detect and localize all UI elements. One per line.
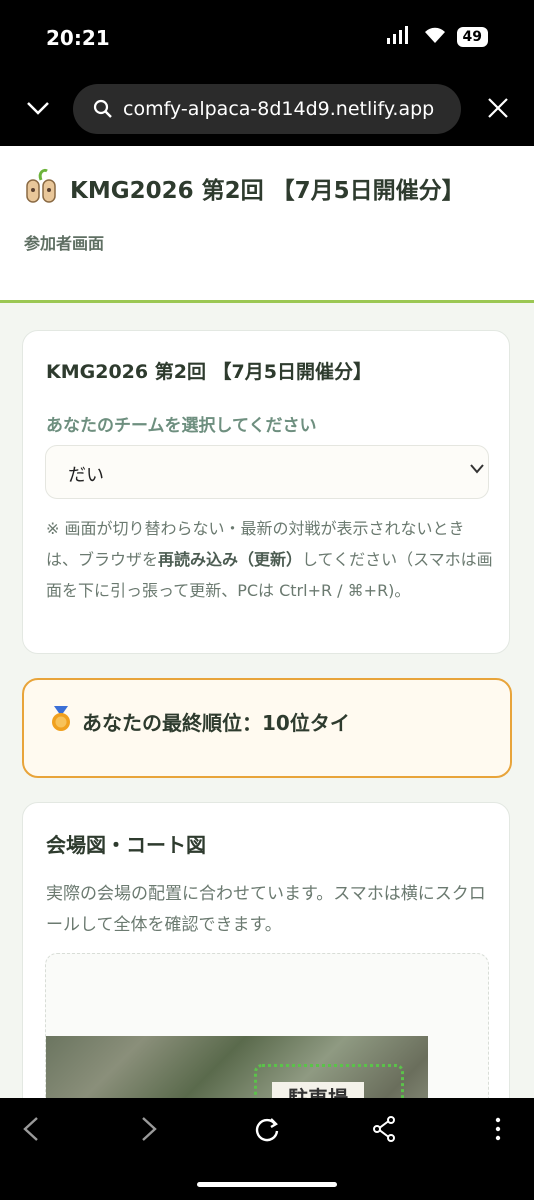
chevron-down-icon[interactable] (24, 94, 52, 122)
status-icons: 49 (386, 26, 488, 48)
team-select-label: あなたのチームを選択してください (46, 416, 317, 436)
reload-note: ※ 画面が切り替わらない・最新の対戦が表示されないときは、ブラウザを再読み込み（… (46, 513, 494, 606)
status-time: 20:21 (46, 26, 110, 50)
url-text: comfy-alpaca-8d14d9.netlify.app (123, 98, 435, 120)
parking-label: 駐車場 (272, 1082, 364, 1098)
page-header: KMG2026 第2回 【7月5日開催分】 参加者画面 (0, 146, 534, 303)
team-select-card: KMG2026 第2回 【7月5日開催分】 あなたのチームを選択してください だ… (22, 330, 510, 654)
card-title: KMG2026 第2回 【7月5日開催分】 (46, 361, 372, 383)
final-rank-card: あなたの最終順位：10位タイ (22, 678, 512, 778)
close-icon[interactable] (484, 94, 512, 122)
browser-toolbar: comfy-alpaca-8d14d9.netlify.app (0, 72, 534, 146)
medal-icon (50, 706, 72, 737)
signal-icon (386, 26, 413, 48)
team-select-value: だい (68, 465, 104, 486)
title-row: KMG2026 第2回 【7月5日開催分】 (24, 168, 465, 208)
forward-icon[interactable] (140, 1116, 158, 1149)
battery-indicator: 49 (456, 27, 488, 47)
page-title: KMG2026 第2回 【7月5日開催分】 (70, 178, 465, 204)
venue-map-frame[interactable]: 駐車場 (45, 953, 489, 1098)
back-icon[interactable] (22, 1116, 40, 1149)
final-rank-text: あなたの最終順位：10位タイ (82, 711, 350, 735)
reload-note-emphasis: 再読み込み（更新） (158, 550, 303, 569)
alpaca-logo-icon (24, 168, 58, 208)
venue-map-card: 会場図・コート図 実際の会場の配置に合わせています。スマホは横にスクロールして全… (22, 802, 510, 1098)
venue-map-description: 実際の会場の配置に合わせています。スマホは横にスクロールして全体を確認できます。 (46, 884, 486, 935)
more-menu-icon[interactable] (494, 1116, 502, 1149)
chevron-down-icon (470, 462, 484, 478)
share-icon[interactable] (372, 1116, 396, 1149)
url-bar[interactable]: comfy-alpaca-8d14d9.netlify.app (73, 84, 461, 134)
final-rank: あなたの最終順位：10位タイ (50, 706, 350, 737)
venue-map-title: 会場図・コート図 (46, 833, 206, 857)
wifi-icon (423, 26, 447, 48)
team-select[interactable]: だい (45, 445, 489, 499)
home-indicator[interactable] (197, 1182, 337, 1187)
status-bar: 20:21 49 (0, 0, 534, 72)
page-content: KMG2026 第2回 【7月5日開催分】 参加者画面 KMG2026 第2回 … (0, 146, 534, 1098)
browser-bottom-bar (0, 1098, 534, 1200)
page-subtitle: 参加者画面 (24, 234, 105, 253)
search-icon (93, 99, 113, 119)
reload-icon[interactable] (254, 1116, 280, 1149)
